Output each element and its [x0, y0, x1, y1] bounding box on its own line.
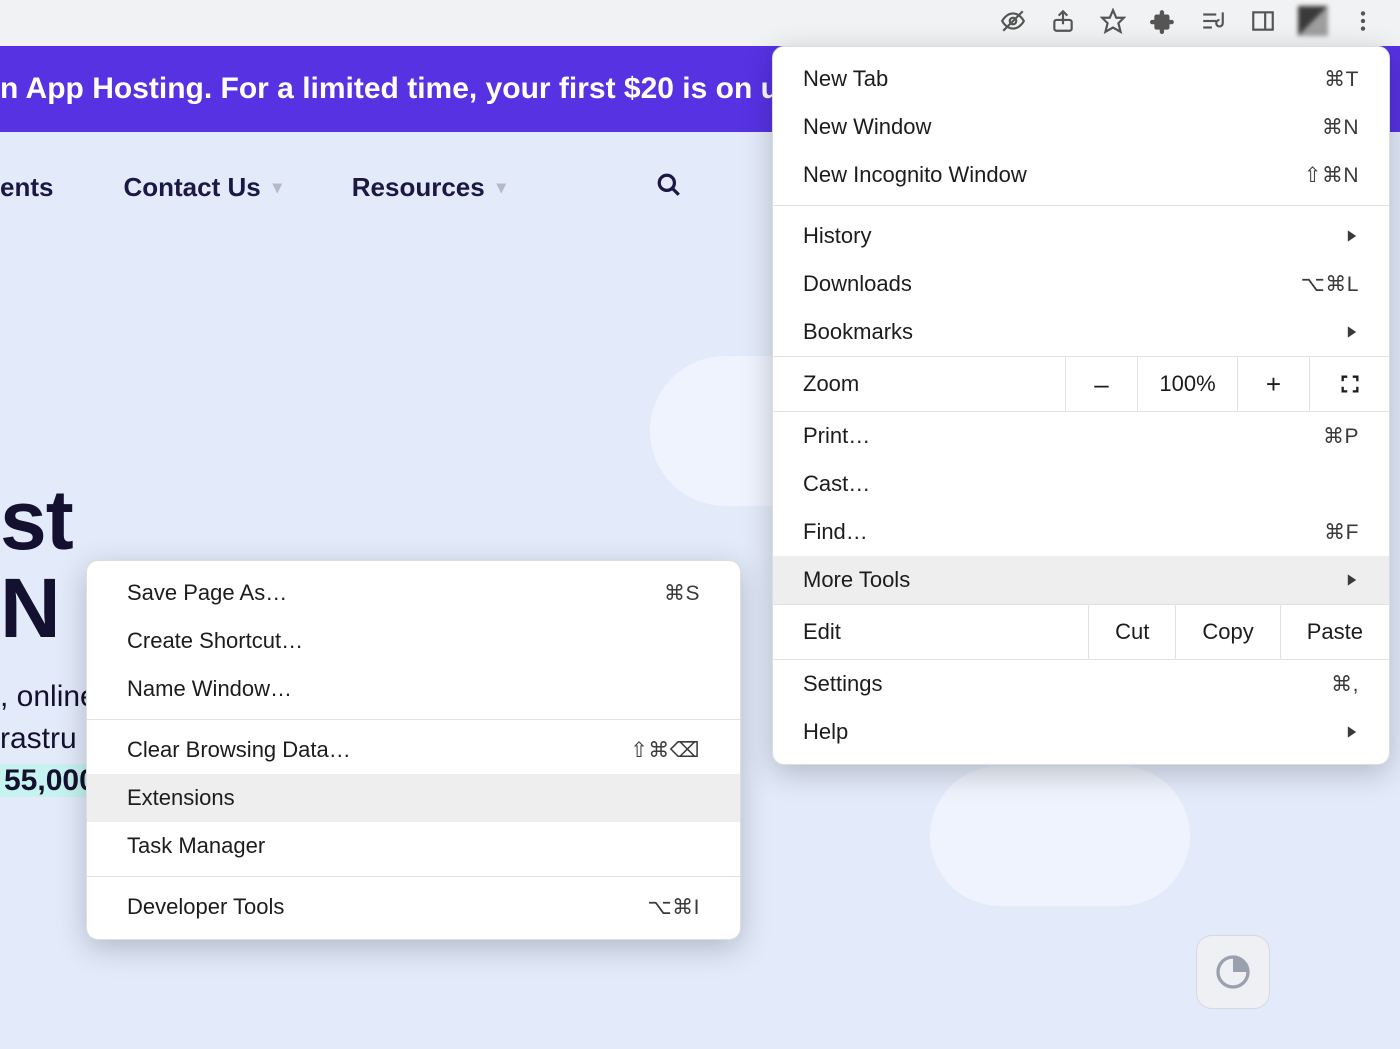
- menu-print[interactable]: Print… ⌘P: [773, 412, 1389, 460]
- nav-item-0[interactable]: ents: [0, 172, 53, 203]
- submenu-arrow-icon: [1345, 719, 1359, 745]
- shortcut-text: ⌘N: [1322, 115, 1359, 140]
- extensions-puzzle-icon[interactable]: [1148, 6, 1178, 36]
- menu-separator: [87, 719, 740, 720]
- menu-new-tab[interactable]: New Tab ⌘T: [773, 55, 1389, 103]
- browser-toolbar: [0, 0, 1400, 46]
- menu-separator: [87, 876, 740, 877]
- submenu-arrow-icon: [1345, 567, 1359, 593]
- menu-settings[interactable]: Settings ⌘,: [773, 660, 1389, 708]
- menu-name-window[interactable]: Name Window…: [87, 665, 740, 713]
- shortcut-text: ⇧⌘N: [1304, 163, 1359, 188]
- fullscreen-button[interactable]: [1309, 357, 1389, 411]
- shortcut-text: ⌘P: [1323, 424, 1359, 449]
- sidepanel-icon[interactable]: [1248, 6, 1278, 36]
- star-icon[interactable]: [1098, 6, 1128, 36]
- decorative-cloud: [930, 766, 1190, 906]
- menu-more-tools[interactable]: More Tools: [773, 556, 1389, 604]
- shortcut-text: ⌥⌘I: [647, 895, 700, 920]
- shortcut-text: ⌘T: [1324, 67, 1359, 92]
- shortcut-text: ⌘,: [1331, 672, 1359, 697]
- menu-new-incognito[interactable]: New Incognito Window ⇧⌘N: [773, 151, 1389, 199]
- submenu-arrow-icon: [1345, 223, 1359, 249]
- menu-task-manager[interactable]: Task Manager: [87, 822, 740, 870]
- menu-clear-browsing-data[interactable]: Clear Browsing Data… ⇧⌘⌫: [87, 726, 740, 774]
- cut-button[interactable]: Cut: [1088, 605, 1175, 659]
- menu-zoom-row: Zoom – 100% +: [773, 356, 1389, 412]
- music-queue-icon[interactable]: [1198, 6, 1228, 36]
- menu-save-page-as[interactable]: Save Page As… ⌘S: [87, 569, 740, 617]
- paste-button[interactable]: Paste: [1280, 605, 1389, 659]
- menu-developer-tools[interactable]: Developer Tools ⌥⌘I: [87, 883, 740, 931]
- shortcut-text: ⌘F: [1324, 520, 1359, 545]
- copy-button[interactable]: Copy: [1175, 605, 1279, 659]
- shortcut-text: ⇧⌘⌫: [630, 738, 700, 763]
- nav-item-contact[interactable]: Contact Us▾: [123, 172, 281, 203]
- menu-separator: [773, 205, 1389, 206]
- floating-loading-icon[interactable]: [1196, 935, 1270, 1009]
- menu-downloads[interactable]: Downloads ⌥⌘L: [773, 260, 1389, 308]
- shortcut-text: ⌥⌘L: [1301, 272, 1359, 297]
- zoom-out-button[interactable]: –: [1065, 357, 1137, 411]
- zoom-in-button[interactable]: +: [1237, 357, 1309, 411]
- toolbar-icon-group: [998, 6, 1378, 36]
- menu-find[interactable]: Find… ⌘F: [773, 508, 1389, 556]
- zoom-percent: 100%: [1137, 357, 1237, 411]
- menu-help[interactable]: Help: [773, 708, 1389, 756]
- menu-create-shortcut[interactable]: Create Shortcut…: [87, 617, 740, 665]
- edit-label: Edit: [773, 605, 1088, 659]
- shortcut-text: ⌘S: [664, 581, 700, 606]
- caret-down-icon: ▾: [497, 177, 506, 198]
- eye-off-icon[interactable]: [998, 6, 1028, 36]
- submenu-arrow-icon: [1345, 319, 1359, 345]
- menu-bookmarks[interactable]: Bookmarks: [773, 308, 1389, 356]
- more-menu-icon[interactable]: [1348, 6, 1378, 36]
- menu-edit-row: Edit Cut Copy Paste: [773, 604, 1389, 660]
- profile-avatar-icon[interactable]: [1298, 6, 1328, 36]
- menu-cast[interactable]: Cast…: [773, 460, 1389, 508]
- menu-new-window[interactable]: New Window ⌘N: [773, 103, 1389, 151]
- zoom-label: Zoom: [773, 357, 1065, 411]
- nav-item-resources[interactable]: Resources▾: [352, 172, 506, 203]
- caret-down-icon: ▾: [273, 177, 282, 198]
- menu-history[interactable]: History: [773, 212, 1389, 260]
- menu-extensions[interactable]: Extensions: [87, 774, 740, 822]
- share-icon[interactable]: [1048, 6, 1078, 36]
- chrome-main-menu: New Tab ⌘T New Window ⌘N New Incognito W…: [772, 46, 1390, 765]
- promo-banner-text: n App Hosting. For a limited time, your …: [0, 72, 804, 105]
- more-tools-submenu: Save Page As… ⌘S Create Shortcut… Name W…: [86, 560, 741, 940]
- search-icon[interactable]: [656, 172, 682, 203]
